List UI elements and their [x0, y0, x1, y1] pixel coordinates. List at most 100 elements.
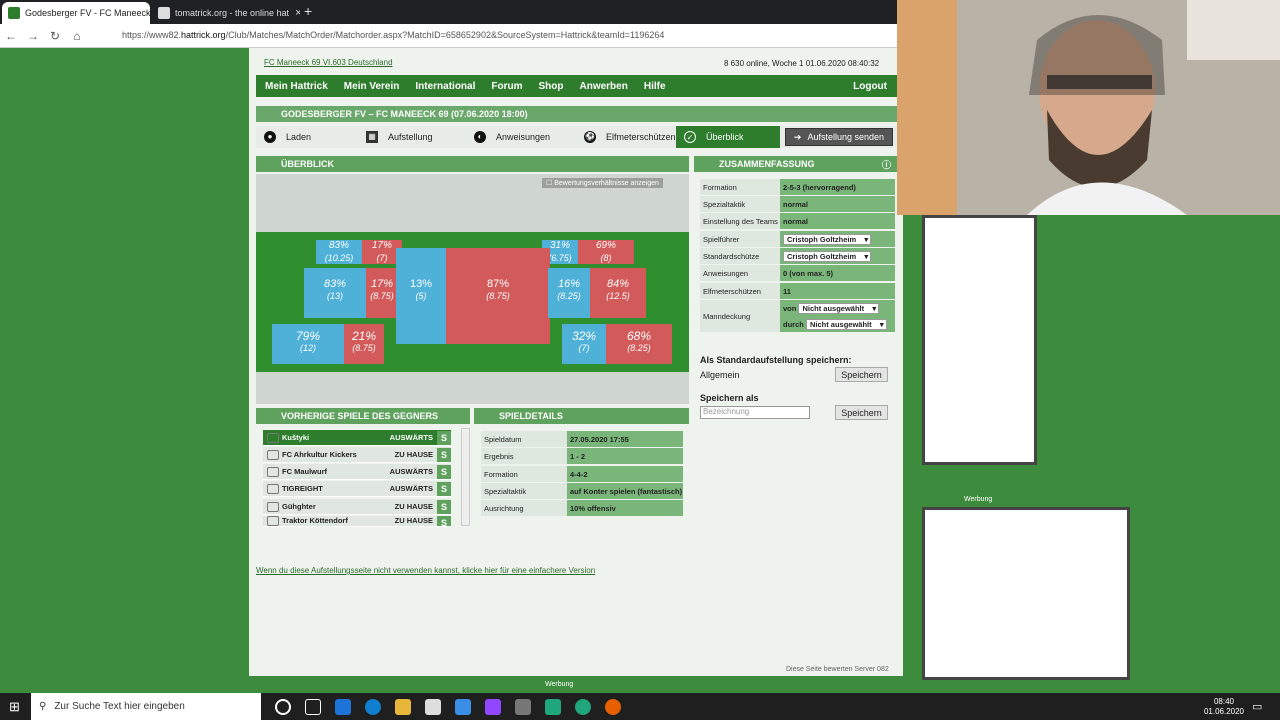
list-item[interactable]: FC Maulwurf AUSWÄRTS S	[263, 464, 451, 480]
app-icon[interactable]	[545, 698, 561, 715]
club-info-link[interactable]: FC Maneeck 69 VI.603 Deutschland	[264, 58, 393, 67]
team-name: FC Ahrkultur Kickers	[282, 450, 357, 459]
zone-val: (8.75)	[486, 291, 510, 301]
search-placeholder: Zur Suche Text hier eingeben	[54, 701, 185, 712]
taskbar-search-input[interactable]: ⚲ Zur Suche Text hier eingeben	[31, 693, 261, 720]
step-label: Anweisungen	[496, 132, 551, 142]
previous-list-scrollbar[interactable]	[461, 428, 470, 526]
forward-arrow-icon[interactable]: →	[22, 29, 44, 43]
list-item[interactable]: FC Ahrkultur Kickers ZU HAUSE S	[263, 447, 451, 463]
simple-version-link[interactable]: Wenn du diese Aufstellungsseite nicht ve…	[256, 566, 595, 575]
browser-tab-tomatrick[interactable]: tomatrick.org - the online hat ×	[152, 2, 300, 24]
list-item[interactable]: Gühghter ZU HAUSE S	[263, 499, 451, 515]
zone-val: (8.25)	[627, 343, 651, 353]
zone-val: (8.75)	[370, 291, 394, 301]
list-item[interactable]: Traktor Köttendorf ZU HAUSE S	[263, 516, 451, 527]
overview-header: ÜBERBLICK	[256, 156, 689, 172]
nav-hilfe[interactable]: Hilfe	[644, 81, 666, 92]
select-match-button[interactable]: S	[437, 430, 451, 445]
mail-icon[interactable]	[335, 698, 351, 715]
team-name: Kuštyki	[282, 433, 310, 442]
zone-pct: 83%	[328, 240, 349, 251]
close-icon[interactable]: ×	[289, 7, 300, 19]
ad-box-rectangle[interactable]	[922, 507, 1130, 680]
rating-ratio-checkbox[interactable]: ☐ Bewertungsverhältnisse anzeigen	[542, 178, 663, 188]
footer[interactable]: Diese Seite bewerten Server 082	[786, 666, 889, 673]
app-icon[interactable]	[575, 698, 591, 715]
setpieces-select[interactable]: Cristoph Goltzheim	[783, 250, 872, 262]
nav-shop[interactable]: Shop	[539, 81, 564, 92]
info-icon[interactable]: ⓘ	[882, 158, 891, 171]
nav-international[interactable]: International	[415, 81, 475, 92]
cortana-icon[interactable]	[275, 698, 291, 715]
zone-pct: 16%	[557, 278, 581, 290]
notification-icon[interactable]: ▭	[1252, 700, 1262, 713]
row-key: Elfmeterschützen	[700, 283, 780, 299]
marking-durch-select[interactable]: Nicht ausgewählt	[805, 318, 887, 330]
row-value: 27.05.2020 17:55	[567, 431, 683, 447]
task-view-icon[interactable]	[305, 698, 321, 715]
step-elfmeterschuetzen[interactable]: ⚽ Elfmeterschützen	[576, 126, 676, 148]
team-name: TIGREIGHT	[282, 484, 323, 493]
list-item[interactable]: Kuštyki AUSWÄRTS S	[263, 430, 451, 446]
nav-mein-verein[interactable]: Mein Verein	[344, 81, 400, 92]
zone-right-mid-own: 16% (8.25)	[548, 268, 590, 318]
step-aufstellung[interactable]: ▦ Aufstellung	[358, 126, 466, 148]
edge-icon[interactable]	[365, 698, 381, 715]
step-ueberblick[interactable]: ✓ Überblick	[676, 126, 780, 148]
zone-pct: 69%	[595, 240, 616, 251]
save-default-button[interactable]: Speichern	[835, 367, 888, 382]
select-match-button[interactable]: S	[437, 464, 451, 479]
browser-tab-hattrick[interactable]: Godesberger FV - FC Maneeck ×	[2, 2, 150, 24]
nav-mein-hattrick[interactable]: Mein Hattrick	[265, 81, 328, 92]
online-info: 8 630 online, Woche 1 01.06.2020 08:40:3…	[724, 59, 880, 68]
summary-header: ZUSAMMENFASSUNG ⓘ	[694, 156, 897, 172]
url-field[interactable]: https://www82.hattrick.org/Club/Matches/…	[122, 30, 762, 40]
windows-start-icon[interactable]: ⊞	[9, 699, 20, 715]
select-match-button[interactable]: S	[437, 447, 451, 462]
firefox-icon[interactable]	[605, 698, 621, 715]
save-as-button[interactable]: Speichern	[835, 405, 888, 420]
zone-pct: 87%	[486, 278, 510, 290]
explorer-icon[interactable]	[395, 698, 411, 715]
overview-title: ÜBERBLICK	[281, 159, 334, 169]
app-icon[interactable]	[455, 698, 471, 715]
webcam-person-image	[897, 0, 1280, 215]
list-item[interactable]: TIGREIGHT AUSWÄRTS S	[263, 481, 451, 497]
row-value: 10% offensiv	[567, 500, 683, 516]
zone-left-mid-opp: 17% (8.75)	[366, 268, 398, 318]
captain-select[interactable]: Cristoph Goltzheim	[783, 233, 872, 245]
lineup-icon	[267, 483, 279, 494]
ad-box-skyscraper[interactable]	[922, 215, 1037, 465]
reload-icon[interactable]: ↻	[44, 29, 66, 43]
taskbar-clock[interactable]: 08:40 01.06.2020	[1204, 697, 1244, 717]
lineup-name-input[interactable]: Bezeichnung	[700, 406, 810, 419]
select-match-button[interactable]: S	[437, 499, 451, 514]
row-value: normal	[780, 213, 895, 229]
row-key: Einstellung des Teams	[700, 213, 780, 229]
nav-anwerben[interactable]: Anwerben	[580, 81, 628, 92]
new-tab-icon[interactable]: +	[304, 3, 312, 19]
zone-right-top-opp: 69% (8)	[578, 240, 634, 264]
app-icon[interactable]	[515, 698, 531, 715]
step-laden[interactable]: ● Laden	[256, 126, 358, 148]
step-label: Überblick	[706, 132, 744, 142]
marking-von-select[interactable]: Nicht ausgewählt	[798, 302, 880, 314]
select-match-button[interactable]: S	[437, 516, 451, 526]
lineup-icon	[267, 466, 279, 477]
send-lineup-button[interactable]: ➔ Aufstellung senden	[784, 128, 893, 146]
twitch-icon[interactable]	[485, 698, 501, 715]
check-icon: ✓	[684, 131, 696, 143]
zone-midfield-opp: 87% (8.75)	[446, 248, 550, 344]
back-arrow-icon[interactable]: ←	[0, 29, 22, 43]
store-icon[interactable]	[425, 698, 441, 715]
previous-matches-header: VORHERIGE SPIELE DES GEGNERS	[256, 408, 470, 424]
general-label: Allgemein	[700, 370, 740, 380]
zone-pct: 83%	[323, 278, 347, 290]
logout-link[interactable]: Logout	[853, 81, 887, 92]
nav-forum[interactable]: Forum	[491, 81, 522, 92]
home-icon[interactable]: ⌂	[66, 29, 88, 43]
step-anweisungen[interactable]: ◐ Anweisungen	[466, 126, 576, 148]
select-match-button[interactable]: S	[437, 481, 451, 496]
zone-left-bottom-opp: 21% (8.75)	[344, 324, 384, 364]
